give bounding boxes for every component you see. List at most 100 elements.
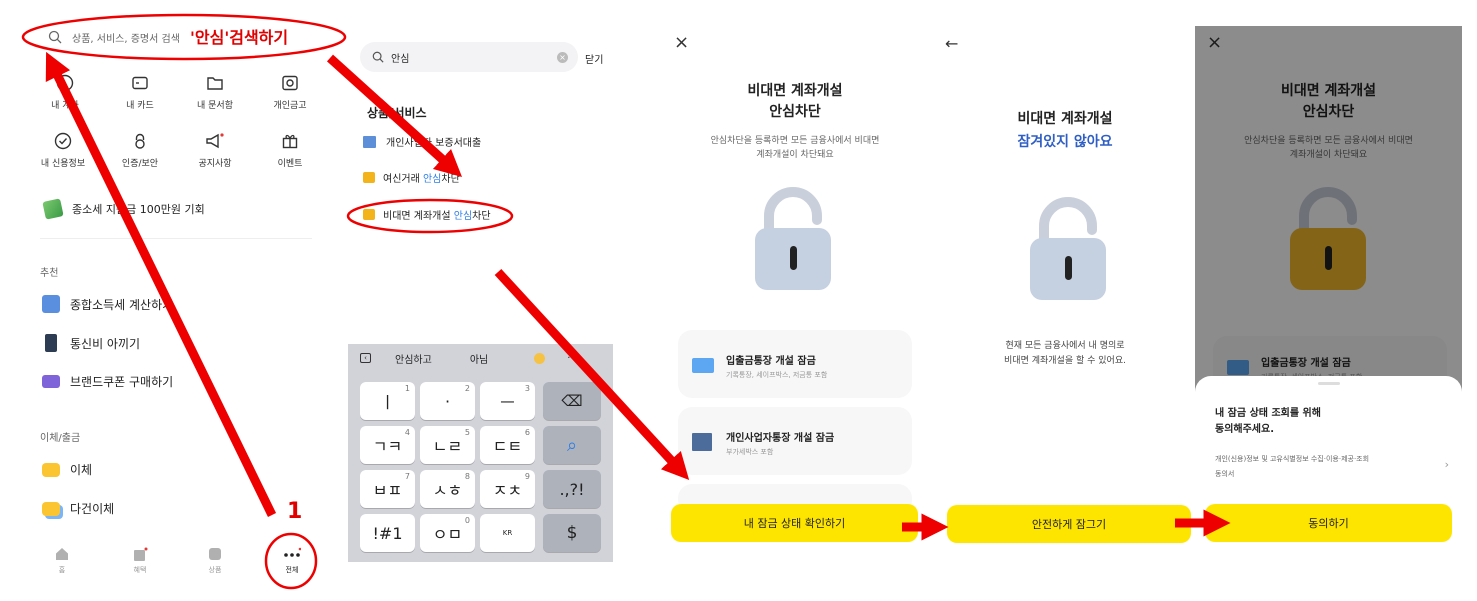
key-label: ㄱㅋ bbox=[372, 437, 403, 456]
result-label-highlight: 안심 bbox=[422, 174, 442, 185]
chevron-right-icon: › bbox=[1444, 458, 1449, 471]
option-card-business[interactable]: 개인사업자통장 개설 잠금 부가세박스 포함 bbox=[678, 407, 912, 475]
result-label: 여신거래 안심차단 bbox=[383, 170, 460, 185]
menu-label: 내 계좌 bbox=[51, 101, 79, 111]
result-label: 개인사업자 보증서대출 bbox=[386, 138, 482, 149]
recommend-item-coupon[interactable]: 브랜드쿠폰 구매하기 bbox=[42, 373, 173, 390]
key-number-hint: 0 bbox=[464, 516, 470, 525]
building-icon bbox=[692, 433, 712, 451]
multi-transfer-icon bbox=[42, 501, 60, 516]
tab-home[interactable]: 홈 bbox=[42, 546, 82, 575]
keyboard-key[interactable]: ㅂㅍ 7 bbox=[360, 470, 415, 508]
button-label: 동의하기 bbox=[1308, 517, 1349, 530]
status-title-line2: 잠겨있지 않아요 bbox=[1017, 134, 1113, 150]
key-label: ㄷㅌ bbox=[492, 437, 523, 456]
lock-icon bbox=[363, 172, 375, 183]
search-instruction-label: '안심'검색하기 bbox=[190, 28, 289, 47]
transfer-item-multi[interactable]: 다건이체 bbox=[42, 500, 114, 517]
keyboard-key[interactable]: ㄴㄹ 5 bbox=[420, 426, 475, 464]
menu-my-card[interactable]: 내 카드 bbox=[105, 74, 175, 111]
recommend-item-phone[interactable]: 통신비 아끼기 bbox=[42, 334, 140, 352]
menu-label: 내 문서함 bbox=[197, 101, 233, 111]
suggestion-item[interactable]: 아님 bbox=[470, 351, 488, 366]
keyboard-key[interactable]: · 2 bbox=[420, 382, 475, 420]
promo-banner[interactable]: 종소세 지원금 100만원 기회 bbox=[42, 198, 205, 220]
keyboard-key[interactable]: ㅇㅁ 0 bbox=[420, 514, 475, 552]
keyboard-key[interactable]: !#1 bbox=[360, 514, 415, 552]
calculator-search-icon bbox=[42, 295, 60, 313]
key-label: ㅂㅍ bbox=[372, 481, 403, 500]
tab-benefits[interactable]: 혜택 bbox=[120, 546, 160, 575]
keyboard-key[interactable]: KR bbox=[480, 514, 535, 552]
result-item-account-block[interactable]: 비대면 계좌개설 안심차단 bbox=[363, 207, 491, 222]
menu-my-account[interactable]: 내 계좌 bbox=[30, 74, 100, 111]
search-input[interactable]: 안심 × bbox=[360, 42, 578, 72]
back-suggestion-icon[interactable]: ‹ bbox=[360, 353, 371, 363]
recommend-item-tax[interactable]: 종합소득세 계산하기 bbox=[42, 295, 173, 313]
item-label: 다건이체 bbox=[70, 502, 115, 516]
item-label: 브랜드쿠폰 구매하기 bbox=[70, 375, 174, 389]
wallet-icon bbox=[56, 74, 74, 92]
clear-icon[interactable]: × bbox=[557, 51, 568, 63]
result-item-credit-block[interactable]: 여신거래 안심차단 bbox=[363, 170, 460, 185]
lock-safely-button[interactable]: 안전하게 잠그기 bbox=[947, 505, 1191, 543]
menu-credit-info[interactable]: 내 신용정보 bbox=[28, 132, 98, 169]
agree-button[interactable]: 동의하기 bbox=[1205, 504, 1452, 542]
key-number-hint: 5 bbox=[464, 428, 470, 437]
key-label: ⌕ bbox=[566, 434, 578, 456]
transfer-item-single[interactable]: 이체 bbox=[42, 461, 92, 478]
menu-my-documents[interactable]: 내 문서함 bbox=[180, 74, 250, 111]
close-button[interactable]: 닫기 bbox=[585, 51, 603, 66]
menu-auth-security[interactable]: 인증/보안 bbox=[105, 132, 175, 169]
keyboard-key[interactable]: ㅅㅎ 8 bbox=[420, 470, 475, 508]
back-arrow-icon[interactable]: ← bbox=[945, 34, 958, 53]
search-placeholder: 상품, 서비스, 증명서 검색 bbox=[72, 33, 180, 45]
close-icon[interactable]: × bbox=[674, 32, 689, 53]
check-lock-status-button[interactable]: 내 잠금 상태 확인하기 bbox=[671, 504, 918, 542]
panel-search: 안심 × 닫기 상품/서비스 개인사업자 보증서대출 여신거래 안심차단 비대면… bbox=[345, 0, 620, 601]
unlocked-padlock-icon bbox=[755, 187, 831, 290]
keyboard-key[interactable]: .,?! bbox=[543, 470, 601, 508]
result-label-pre: 비대면 계좌개설 bbox=[383, 211, 454, 222]
key-number-hint: 2 bbox=[464, 384, 470, 393]
menu-notices[interactable]: 공지사항 bbox=[180, 132, 250, 169]
key-label: .,?! bbox=[559, 479, 585, 499]
status-description-line2: 비대면 계좌개설을 할 수 있어요. bbox=[1004, 356, 1126, 366]
lock-icon bbox=[135, 133, 145, 149]
suggestion-item[interactable]: 안심하고 bbox=[395, 351, 432, 366]
panel-consent: × 비대면 계좌개설 안심차단 안심차단을 등록하면 모든 금융사에서 비대면 … bbox=[1195, 26, 1462, 601]
key-number-hint: 3 bbox=[524, 384, 530, 393]
section-title-transfer: 이체/출금 bbox=[40, 433, 81, 444]
transfer-icon bbox=[42, 462, 60, 477]
keyboard-key[interactable]: ⌕ bbox=[543, 426, 601, 464]
tab-products[interactable]: 상품 bbox=[195, 546, 235, 575]
keyboard-key[interactable]: $ bbox=[543, 514, 601, 552]
key-label: $ bbox=[566, 523, 578, 543]
results-section-title: 상품/서비스 bbox=[367, 106, 427, 120]
keyboard-key[interactable]: ㅣ1 bbox=[360, 382, 415, 420]
key-label: ㅅㅎ bbox=[432, 481, 463, 500]
section-title-recommend: 추천 bbox=[40, 268, 59, 279]
keyboard-key[interactable]: ⌫ bbox=[543, 382, 601, 420]
menu-events[interactable]: 이벤트 bbox=[255, 132, 325, 169]
keyboard-key[interactable]: ㄷㅌ 6 bbox=[480, 426, 535, 464]
keyboard-key[interactable]: ㄱㅋ 4 bbox=[360, 426, 415, 464]
description-line2: 계좌개설이 차단돼요 bbox=[756, 150, 834, 160]
keyboard-key[interactable]: ㅈㅊ 9 bbox=[480, 470, 535, 508]
result-item-loan[interactable]: 개인사업자 보증서대출 bbox=[363, 134, 481, 149]
consent-item[interactable]: 개인(신용)정보 및 고유식별정보 수집·이용·제공·조회 동의서 › bbox=[1215, 454, 1449, 479]
item-label: 통신비 아끼기 bbox=[70, 336, 141, 351]
tab-label: 혜택 bbox=[133, 566, 147, 574]
menu-label: 내 신용정보 bbox=[40, 159, 86, 169]
description-line1: 안심차단을 등록하면 모든 금융사에서 비대면 bbox=[710, 136, 880, 146]
folder-icon bbox=[207, 77, 223, 90]
tab-all[interactable]: 전체 bbox=[272, 546, 312, 575]
key-number-hint: 7 bbox=[404, 472, 410, 481]
menu-personal-safe[interactable]: 개인금고 bbox=[255, 74, 325, 111]
option-card-deposit[interactable]: 입출금통장 개설 잠금 기록통장, 세이프박스, 저금통 포함 bbox=[678, 330, 912, 398]
more-icon[interactable]: ··· bbox=[567, 353, 577, 364]
tab-label: 상품 bbox=[208, 566, 222, 574]
keyboard-key[interactable]: ㅡ3 bbox=[480, 382, 535, 420]
home-icon bbox=[56, 548, 68, 560]
emoji-icon[interactable] bbox=[534, 352, 546, 364]
